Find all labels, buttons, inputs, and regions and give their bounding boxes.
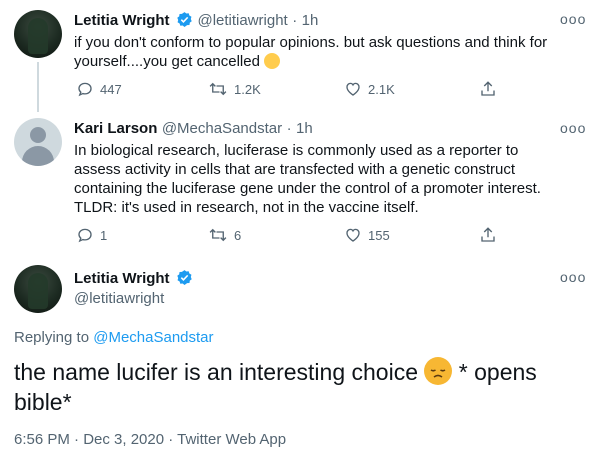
tweet-header: Letitia Wright @letitiawright · 1h <box>74 11 318 33</box>
avatar[interactable] <box>14 10 62 58</box>
timestamp[interactable]: 1h <box>296 120 313 137</box>
tweet-text: In biological research, luciferase is co… <box>74 142 541 216</box>
reply-button[interactable]: 447 <box>76 80 122 98</box>
verified-badge-icon <box>176 269 193 291</box>
tweet-header: Kari Larson @MechaSandstar · 1h <box>74 120 313 138</box>
heart-icon <box>346 228 360 242</box>
replying-label: Replying to <box>14 329 90 346</box>
avatar[interactable] <box>14 118 62 166</box>
action-bar: 1 6 155 <box>74 226 574 248</box>
tweet-header: Letitia Wright <box>74 269 193 291</box>
disappointed-face-emoji-icon <box>424 357 453 385</box>
tweet-letitia-1[interactable]: Letitia Wright @letitiawright · 1h ooo i… <box>0 0 593 112</box>
retweet-button[interactable]: 1.2K <box>208 80 261 98</box>
handle[interactable]: @MechaSandstar <box>162 120 282 137</box>
main-tweet-text: the name lucifer is an interesting choic… <box>14 357 574 417</box>
reply-icon <box>78 228 92 243</box>
tweet-text: if you don't conform to popular opinions… <box>74 33 574 71</box>
tweet-kari[interactable]: Kari Larson @MechaSandstar · 1h ooo In b… <box>0 110 593 250</box>
tweet-main: Letitia Wright @letitiawright ooo Replyi… <box>0 255 593 470</box>
display-name[interactable]: Letitia Wright <box>74 12 170 29</box>
display-name[interactable]: Letitia Wright <box>74 270 170 287</box>
verified-badge-icon <box>176 11 193 33</box>
replying-handle-link[interactable]: @MechaSandstar <box>93 329 213 346</box>
retweet-count: 1.2K <box>234 81 261 97</box>
timestamp[interactable]: 1h <box>302 12 319 29</box>
display-name[interactable]: Kari Larson <box>74 120 157 137</box>
reply-button[interactable]: 1 <box>76 226 107 244</box>
replying-to: Replying to @MechaSandstar <box>14 329 214 346</box>
like-button[interactable]: 2.1K <box>344 80 395 98</box>
share-icon <box>481 81 495 96</box>
tweet-body: if you don't conform to popular opinions… <box>74 34 548 70</box>
like-button[interactable]: 155 <box>344 226 390 244</box>
separator-dot: · <box>286 120 292 137</box>
more-options-icon[interactable]: ooo <box>560 120 586 136</box>
main-text-before: the name lucifer is an interesting choic… <box>14 359 418 385</box>
share-icon <box>481 227 495 242</box>
handle[interactable]: @letitiawright <box>197 12 287 29</box>
like-count: 155 <box>368 227 390 243</box>
retweet-button[interactable]: 6 <box>208 226 241 244</box>
heart-icon <box>346 82 360 96</box>
tweet-timestamp-footer[interactable]: 6:56 PM · Dec 3, 2020 · Twitter Web App <box>14 431 286 448</box>
retweet-count: 6 <box>234 227 242 243</box>
like-count: 2.1K <box>368 81 395 97</box>
handle[interactable]: @letitiawright <box>74 290 164 307</box>
more-options-icon[interactable]: ooo <box>560 269 586 285</box>
reply-icon <box>78 82 92 97</box>
action-bar: 447 1.2K 2.1K <box>74 80 574 102</box>
retweet-icon <box>209 82 227 96</box>
retweet-icon <box>209 228 227 242</box>
share-button[interactable] <box>479 226 497 244</box>
avatar-placeholder-head <box>30 127 46 143</box>
reply-count: 447 <box>100 81 122 97</box>
avatar-placeholder-body <box>22 146 54 166</box>
avatar[interactable] <box>14 265 62 313</box>
more-options-icon[interactable]: ooo <box>560 11 586 27</box>
laughing-crying-emoji-icon <box>264 53 281 69</box>
reply-count: 1 <box>100 227 108 243</box>
thread-line <box>37 62 39 112</box>
share-button[interactable] <box>479 80 497 98</box>
separator-dot: · <box>292 12 298 29</box>
